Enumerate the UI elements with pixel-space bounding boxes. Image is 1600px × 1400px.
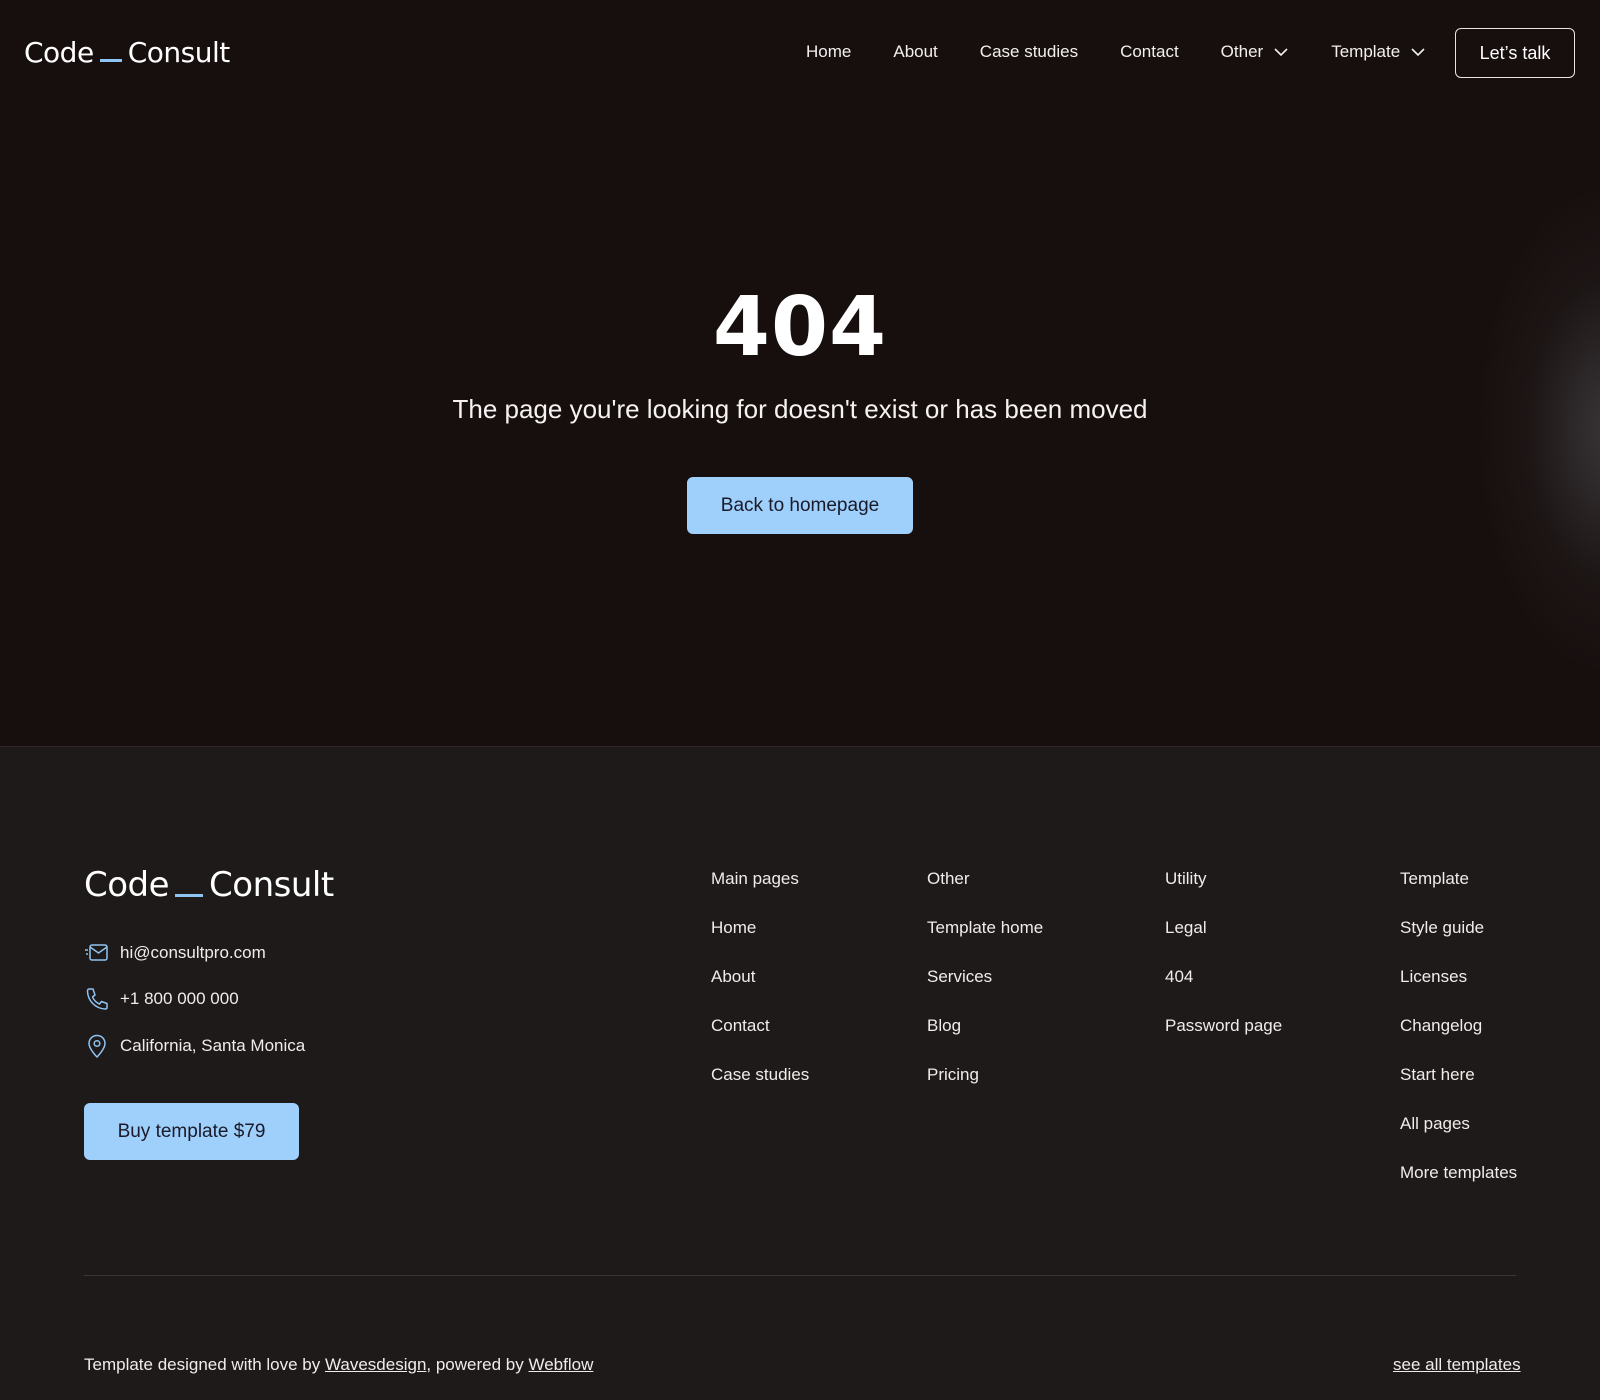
- footer-link[interactable]: About: [711, 967, 809, 1016]
- chevron-down-icon: [1274, 48, 1288, 57]
- nav-dropdown-other[interactable]: Other: [1221, 42, 1290, 62]
- footer-divider: [84, 1275, 1516, 1276]
- nav-dropdown-template[interactable]: Template: [1331, 42, 1426, 62]
- contact-location-text: California, Santa Monica: [120, 1036, 306, 1055]
- buy-template-button[interactable]: Buy template $79: [84, 1103, 299, 1160]
- credits-middle: , powered by: [426, 1355, 529, 1374]
- footer: Code Consult hi@consultpro.com +1 800 00…: [0, 747, 1600, 1400]
- brand-logo-part2: Consult: [127, 36, 231, 69]
- footer-link[interactable]: Licenses: [1400, 967, 1517, 1016]
- contact-phone[interactable]: +1 800 000 000: [84, 986, 239, 1012]
- footer-credits: Template designed with love by Wavesdesi…: [84, 1355, 593, 1375]
- footer-column-title: Utility: [1165, 869, 1207, 888]
- navbar: Code Consult Home About Case studies Con…: [0, 0, 1600, 106]
- footer-link[interactable]: Pricing: [927, 1065, 1043, 1114]
- brand-logo-dash: [175, 894, 204, 897]
- footer-link[interactable]: More templates: [1400, 1163, 1517, 1212]
- footer-link[interactable]: Legal: [1165, 918, 1282, 967]
- error-code: 404: [712, 280, 888, 375]
- footer-link[interactable]: Password page: [1165, 1016, 1282, 1065]
- contact-email[interactable]: hi@consultpro.com: [84, 940, 266, 966]
- footer-column-template: Template Style guide Licenses Changelog …: [1400, 869, 1517, 1212]
- footer-column-title: Main pages: [711, 869, 799, 888]
- nav-links: Home About Case studies Contact Other Te…: [806, 42, 1468, 62]
- footer-column-title: Other: [927, 869, 970, 888]
- nav-link-label: Home: [806, 42, 852, 61]
- credits-platform-link[interactable]: Webflow: [528, 1355, 593, 1374]
- phone-icon: [86, 988, 108, 1010]
- footer-link[interactable]: All pages: [1400, 1114, 1517, 1163]
- footer-link[interactable]: Contact: [711, 1016, 809, 1065]
- see-all-templates-link[interactable]: see all templates: [1393, 1355, 1521, 1375]
- footer-link[interactable]: Start here: [1400, 1065, 1517, 1114]
- nav-link-case-studies[interactable]: Case studies: [980, 42, 1078, 62]
- nav-link-contact[interactable]: Contact: [1120, 42, 1179, 62]
- footer-link[interactable]: 404: [1165, 967, 1282, 1016]
- footer-column-other: Other Template home Services Blog Pricin…: [927, 869, 1043, 1114]
- footer-link[interactable]: Blog: [927, 1016, 1043, 1065]
- footer-column-main-pages: Main pages Home About Contact Case studi…: [711, 869, 809, 1114]
- contact-email-text: hi@consultpro.com: [120, 943, 266, 962]
- footer-column-title: Template: [1400, 869, 1469, 888]
- nav-link-label: Case studies: [979, 42, 1079, 61]
- footer-brand-logo[interactable]: Code Consult: [84, 865, 334, 905]
- mail-icon: [85, 944, 108, 961]
- nav-link-label: Template: [1331, 42, 1401, 61]
- footer-column-utility: Utility Legal 404 Password page: [1165, 869, 1282, 1065]
- lets-talk-button[interactable]: Let’s talk: [1455, 28, 1575, 78]
- nav-link-label: About: [893, 42, 938, 61]
- chevron-down-icon: [1411, 48, 1425, 57]
- footer-link[interactable]: Services: [927, 967, 1043, 1016]
- credits-designer-link[interactable]: Wavesdesign: [325, 1355, 426, 1374]
- footer-link[interactable]: Case studies: [711, 1065, 809, 1114]
- brand-logo[interactable]: Code Consult: [24, 36, 230, 69]
- brand-logo-part2: Consult: [209, 865, 334, 905]
- brand-logo-part1: Code: [24, 36, 94, 69]
- location-pin-icon: [88, 1034, 106, 1059]
- back-to-homepage-button[interactable]: Back to homepage: [687, 477, 913, 534]
- footer-link[interactable]: Changelog: [1400, 1016, 1517, 1065]
- error-message: The page you're looking for doesn't exis…: [452, 394, 1148, 424]
- main-section: Code Consult Home About Case studies Con…: [0, 0, 1600, 746]
- nav-link-label: Other: [1220, 42, 1264, 61]
- nav-link-about[interactable]: About: [893, 42, 937, 62]
- contact-phone-text: +1 800 000 000: [120, 989, 239, 1008]
- decorative-glow: [1480, 190, 1600, 670]
- brand-logo-part1: Code: [84, 865, 170, 905]
- footer-link[interactable]: Style guide: [1400, 918, 1517, 967]
- contact-location: California, Santa Monica: [84, 1033, 305, 1059]
- footer-link[interactable]: Template home: [927, 918, 1043, 967]
- brand-logo-dash: [99, 59, 122, 62]
- nav-link-label: Contact: [1120, 42, 1179, 61]
- nav-link-home[interactable]: Home: [806, 42, 851, 62]
- credits-prefix: Template designed with love by: [84, 1355, 325, 1374]
- footer-link[interactable]: Home: [711, 918, 809, 967]
